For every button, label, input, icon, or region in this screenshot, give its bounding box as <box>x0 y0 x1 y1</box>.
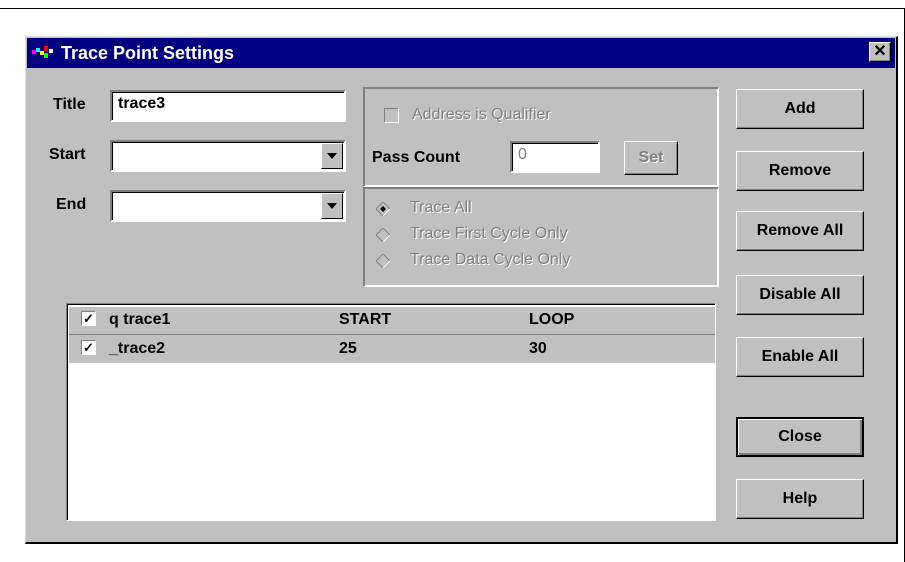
end-dropdown-button[interactable] <box>321 193 343 219</box>
trace-start: 25 <box>339 340 357 357</box>
close-button[interactable]: Close <box>736 417 864 457</box>
qualifier-group: Address is Qualifier Pass Count 0 Set <box>363 87 719 187</box>
address-qualifier-label: Address is Qualifier <box>412 106 551 123</box>
trace-end: LOOP <box>529 311 575 328</box>
page-frame-top <box>0 8 905 9</box>
trace-all-label: Trace All <box>410 199 472 216</box>
remove-all-button-label: Remove All <box>756 222 844 239</box>
remove-all-button[interactable]: Remove All <box>736 211 864 251</box>
trace-name: _trace2 <box>109 340 166 357</box>
help-button[interactable]: Help <box>736 479 864 519</box>
set-button-label: Set <box>638 149 664 166</box>
address-qualifier-checkbox[interactable] <box>384 108 399 123</box>
radio-trace-first-cycle-icon[interactable] <box>376 228 390 242</box>
trace-first-cycle-label: Trace First Cycle Only <box>410 225 568 242</box>
list-item[interactable]: ✓ _trace2 25 30 <box>69 335 715 363</box>
pass-count-input[interactable]: 0 <box>510 141 600 173</box>
end-combobox[interactable] <box>110 190 346 222</box>
enable-checkbox[interactable]: ✓ <box>81 340 96 355</box>
add-button[interactable]: Add <box>736 89 864 129</box>
remove-button-label: Remove <box>768 162 832 179</box>
add-button-label: Add <box>784 100 816 117</box>
pass-count-value: 0 <box>518 146 527 163</box>
radio-trace-data-cycle-icon[interactable] <box>376 254 390 268</box>
trace-end: 30 <box>529 340 547 357</box>
start-combobox[interactable] <box>110 140 346 172</box>
remove-button[interactable]: Remove <box>736 151 864 191</box>
enable-all-button-label: Enable All <box>761 348 839 365</box>
title-bar[interactable]: Trace Point Settings ✕ <box>27 38 895 68</box>
trace-data-cycle-label: Trace Data Cycle Only <box>410 251 571 268</box>
app-icon <box>32 46 53 58</box>
help-button-label: Help <box>782 490 818 507</box>
title-label: Title <box>53 96 86 113</box>
disable-all-button-label: Disable All <box>759 286 841 303</box>
set-button[interactable]: Set <box>624 141 678 175</box>
chevron-down-icon <box>327 203 337 209</box>
dialog-title: Trace Point Settings <box>61 43 235 63</box>
title-input-value: trace3 <box>118 95 166 112</box>
end-label: End <box>56 196 87 213</box>
trace-name: q trace1 <box>109 311 171 328</box>
radio-trace-all-icon[interactable] <box>376 202 390 216</box>
close-icon: ✕ <box>873 43 887 60</box>
close-button-label: Close <box>778 428 822 445</box>
trace-point-settings-dialog: Trace Point Settings ✕ Title trace3 Star… <box>25 36 898 544</box>
enable-all-button[interactable]: Enable All <box>736 337 864 377</box>
disable-all-button[interactable]: Disable All <box>736 275 864 315</box>
start-dropdown-button[interactable] <box>321 143 343 169</box>
close-window-button[interactable]: ✕ <box>869 42 891 62</box>
list-item[interactable]: ✓ q trace1 START LOOP <box>69 306 715 335</box>
pass-count-label: Pass Count <box>372 149 461 166</box>
trace-start: START <box>339 311 392 328</box>
enable-checkbox[interactable]: ✓ <box>81 311 96 326</box>
title-input[interactable]: trace3 <box>110 90 346 122</box>
trace-point-list[interactable]: ✓ q trace1 START LOOP ✓ _trace2 25 30 <box>66 303 716 521</box>
start-label: Start <box>49 146 86 163</box>
chevron-down-icon <box>327 153 337 159</box>
trace-mode-group: Trace All Trace First Cycle Only Trace D… <box>363 187 719 287</box>
